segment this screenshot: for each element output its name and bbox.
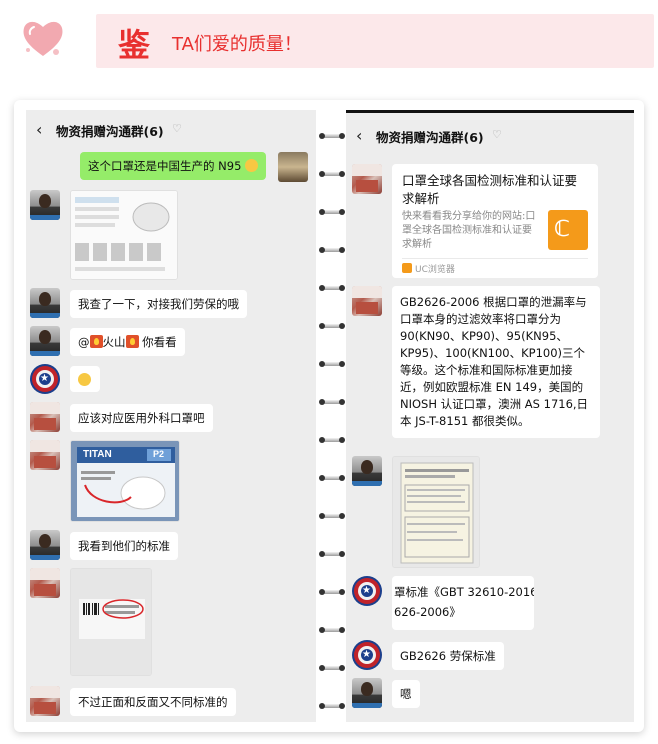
mask-spec-image[interactable] xyxy=(70,190,178,280)
avatar[interactable] xyxy=(30,530,60,560)
message-bubble: 不过正面和反面又不同标准的 xyxy=(70,688,236,716)
back-arrow-icon[interactable]: ‹ xyxy=(36,120,42,139)
group-title: 物资捐赠沟通群(6) xyxy=(56,124,164,139)
heart-icon xyxy=(23,21,63,56)
avatar[interactable] xyxy=(30,440,60,470)
titan-grade-label: P2 xyxy=(153,449,165,459)
message-bubble: 嗯 xyxy=(392,680,420,708)
chat-header: ‹ 物资捐赠沟通群(6) ♡ xyxy=(346,116,634,154)
avatar[interactable] xyxy=(352,164,382,194)
message-bubble: GB2626 劳保标准 xyxy=(392,642,504,670)
message-bubble-cropped: 罩标准《GBT 32610-2016》 626-2006》 xyxy=(392,576,534,630)
message-bubble-long: GB2626-2006 根据口罩的泄漏率与口罩本身的过滤效率将口罩分为 90(K… xyxy=(392,286,600,438)
message-bubble: 我查了一下，对接我们劳保的哦 xyxy=(70,290,247,318)
back-arrow-icon[interactable]: ‹ xyxy=(356,126,362,145)
avatar[interactable] xyxy=(30,686,60,716)
cry-emoji-icon xyxy=(78,373,91,386)
message-bubble-outgoing: 这个口罩还是中国生产的 N95 xyxy=(80,152,267,180)
banner-title-char: 鉴 xyxy=(118,26,151,64)
notebook-binding-rings xyxy=(319,130,345,730)
group-title: 物资捐赠沟通群(6) xyxy=(376,130,484,145)
avatar[interactable] xyxy=(352,286,382,316)
message-bubble: 应该对应医用外科口罩吧 xyxy=(70,404,213,432)
link-title: 口罩全球各国检测标准和认证要求解析 xyxy=(402,173,578,206)
chat-screenshot-right: ‹ 物资捐赠沟通群(6) ♡ 口罩全球各国检测标准和认证要求解析 快来看看我分享… xyxy=(346,110,634,722)
uc-browser-icon xyxy=(402,263,412,273)
mute-icon: ♡ xyxy=(172,122,182,135)
avatar[interactable] xyxy=(30,326,60,356)
fire-emoji-icon xyxy=(89,335,103,348)
avatar[interactable] xyxy=(30,288,60,318)
notebook: ‹ 物资捐赠沟通群(6) ♡ 这个口罩还是中国生产的 N95 我查了一下，对接我… xyxy=(14,100,644,732)
shared-link-card[interactable]: 口罩全球各国检测标准和认证要求解析 快来看看我分享给你的网站:口罩全球各国检测标… xyxy=(392,164,598,278)
link-description: 快来看看我分享给你的网站:口罩全球各国检测标准和认证要求解析 xyxy=(402,211,536,250)
uc-browser-logo-icon: ℂ xyxy=(548,210,588,250)
avatar[interactable] xyxy=(30,568,60,598)
chat-screenshot-left: ‹ 物资捐赠沟通群(6) ♡ 这个口罩还是中国生产的 N95 我查了一下，对接我… xyxy=(26,110,316,722)
avatar[interactable]: ★ xyxy=(30,364,60,394)
titan-brand-label: TITAN xyxy=(83,449,112,460)
link-source: UC浏览器 xyxy=(402,262,455,275)
fire-emoji-icon xyxy=(125,335,139,348)
banner-subtitle: TA们爱的质量！ xyxy=(172,34,302,55)
smile-emoji-icon xyxy=(245,159,259,172)
mute-icon: ♡ xyxy=(492,128,502,141)
message-text: 这个口罩还是中国生产的 N95 xyxy=(88,159,242,173)
avatar[interactable] xyxy=(30,190,60,220)
avatar[interactable] xyxy=(352,678,382,708)
certificate-image[interactable] xyxy=(392,456,480,568)
status-bar-line xyxy=(346,110,634,113)
avatar[interactable] xyxy=(30,402,60,432)
message-bubble: 我看到他们的标准 xyxy=(70,532,178,560)
message-text-line: 626-2006》 xyxy=(394,605,461,619)
message-text-line: 罩标准《GBT 32610-2016》 xyxy=(394,585,534,599)
message-bubble-mention: @ 火山 你看看 xyxy=(70,328,185,356)
avatar[interactable] xyxy=(352,456,382,486)
mask-label-image[interactable] xyxy=(70,568,152,676)
message-bubble-emoji xyxy=(70,366,100,392)
avatar[interactable]: ★ xyxy=(352,576,382,606)
chat-header: ‹ 物资捐赠沟通群(6) ♡ xyxy=(26,110,316,148)
titan-mask-box-image[interactable]: TITAN P2 xyxy=(70,440,180,522)
mention-name: 火山 xyxy=(102,335,126,349)
avatar[interactable]: ★ xyxy=(352,640,382,670)
avatar[interactable] xyxy=(278,152,308,182)
title-banner: 鉴 TA们爱的质量！ xyxy=(96,14,654,68)
